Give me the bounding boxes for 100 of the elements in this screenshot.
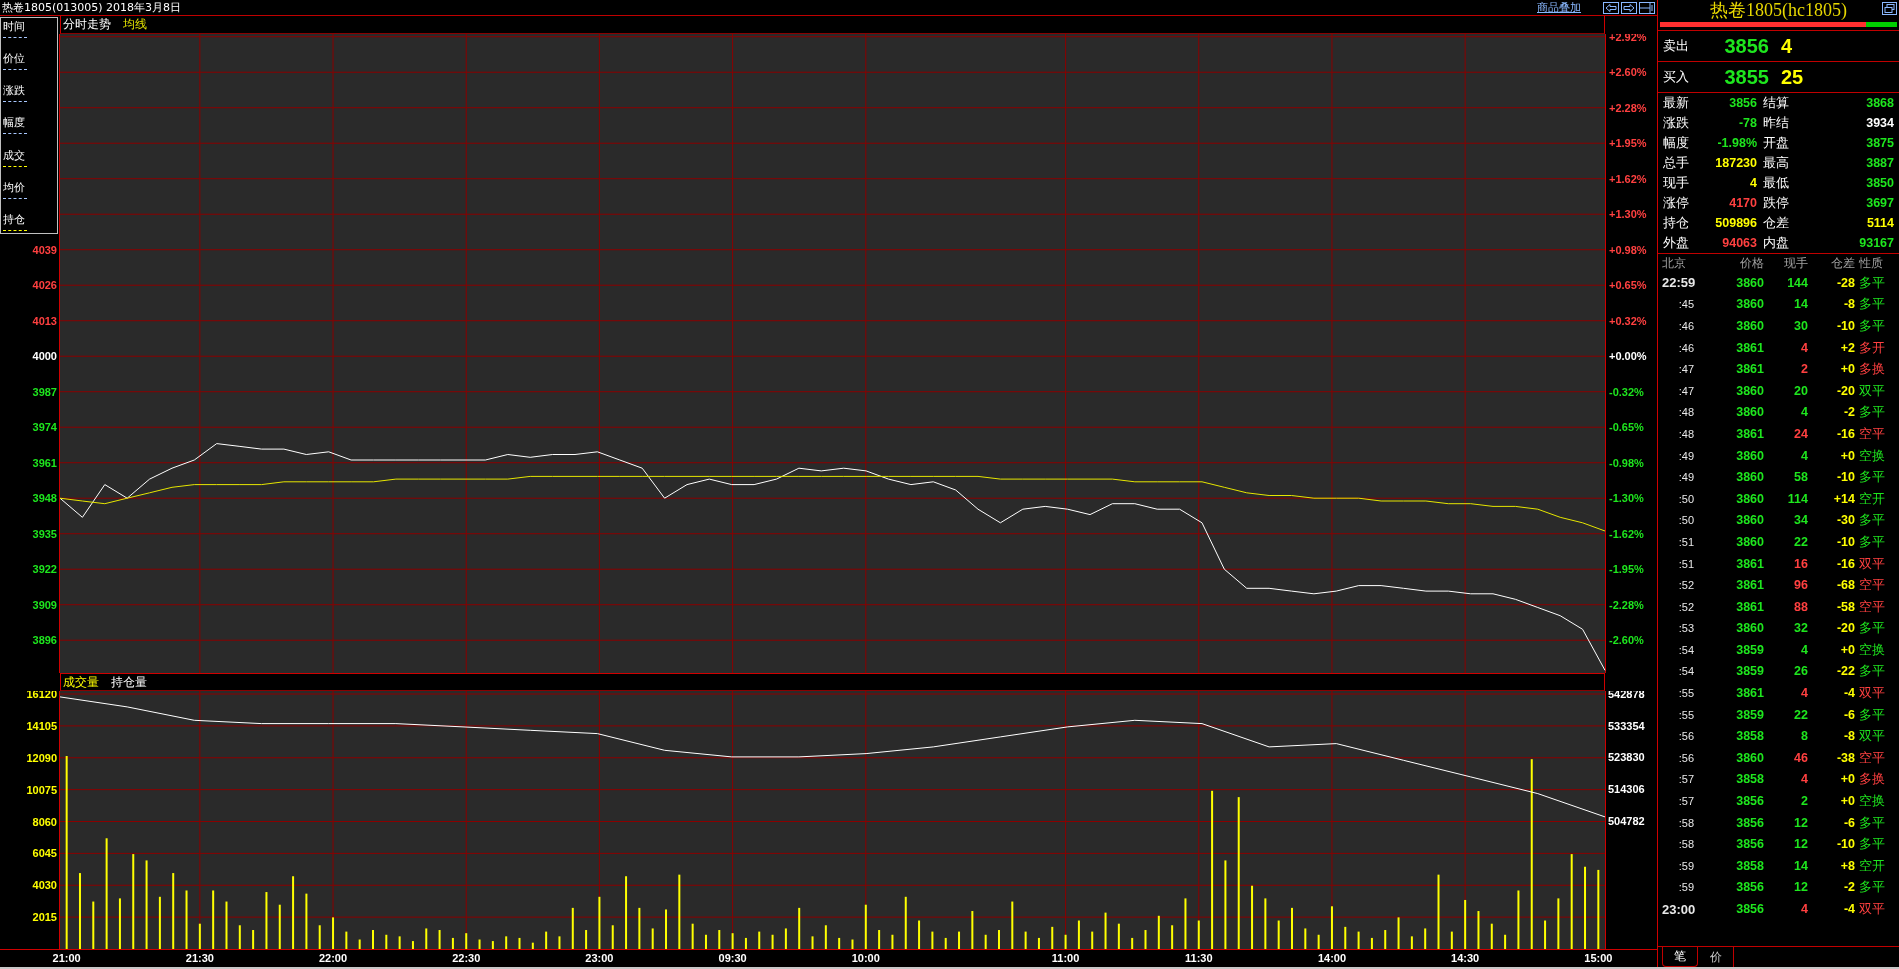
trade-change: -30 <box>1835 513 1855 528</box>
order-label: 买入 <box>1663 68 1690 86</box>
trade-price: 3860 <box>1735 750 1764 765</box>
trade-type: 空换 <box>1858 446 1886 465</box>
axis-label: 12090 <box>26 751 57 764</box>
volume-bar <box>265 892 268 949</box>
axis-label: -1.95% <box>1609 563 1644 576</box>
axis-label: 3948 <box>32 492 57 505</box>
volume-bar <box>1490 923 1493 949</box>
trade-price: 3860 <box>1735 491 1764 506</box>
trade-time: :58 <box>1677 816 1695 829</box>
trade-type: 双平 <box>1858 727 1886 746</box>
volume-bar <box>1184 898 1187 949</box>
trade-time: :48 <box>1677 427 1695 440</box>
trade-change: +14 <box>1832 491 1855 506</box>
trade-volume: 144 <box>1786 275 1808 290</box>
trade-change: -38 <box>1835 750 1855 765</box>
trade-time: :50 <box>1677 514 1695 527</box>
volume-bar <box>1557 898 1560 949</box>
volume-bar <box>758 931 761 949</box>
stat-value: 4170 <box>1728 196 1758 210</box>
trade-price: 3856 <box>1735 815 1764 830</box>
axis-label: 523830 <box>1608 751 1645 764</box>
stat-label: 最高 <box>1763 154 1790 172</box>
trade-type: 空换 <box>1858 792 1886 811</box>
trade-volume: 14 <box>1793 297 1808 312</box>
trade-change: +8 <box>1839 858 1855 873</box>
trade-volume: 32 <box>1793 621 1808 636</box>
trade-volume: 20 <box>1793 383 1808 398</box>
volume-bar <box>1544 920 1547 949</box>
split-view-icon[interactable] <box>1639 1 1655 14</box>
column-header: 价格 <box>1739 254 1764 272</box>
trade-price: 3860 <box>1735 405 1764 420</box>
trade-type: 空换 <box>1858 640 1886 659</box>
trade-price: 3861 <box>1735 362 1764 377</box>
stat-value: 5114 <box>1865 216 1894 230</box>
volume-bar <box>864 904 867 949</box>
right-arrow-icon[interactable] <box>1621 1 1637 14</box>
volume-bar <box>851 939 854 949</box>
trade-volume: 4 <box>1800 340 1808 355</box>
volume-bar <box>784 928 787 949</box>
axis-label: -0.98% <box>1609 456 1644 469</box>
axis-label: 16120 <box>26 691 57 700</box>
trade-change: -10 <box>1835 837 1855 852</box>
left-arrow-icon[interactable] <box>1603 1 1619 14</box>
trade-change: -8 <box>1842 729 1855 744</box>
trade-time: :51 <box>1677 535 1695 548</box>
volume-bar <box>651 928 654 949</box>
trade-time: 22:59 <box>1662 275 1697 291</box>
trade-time: :45 <box>1677 298 1695 311</box>
volume-bar <box>238 925 241 949</box>
order-volume: 4 <box>1781 34 1793 58</box>
stat-label: 持仓 <box>1663 214 1690 232</box>
stat-value: 187230 <box>1714 156 1758 170</box>
trade-type: 多平 <box>1858 835 1886 854</box>
volume-bar <box>451 937 454 949</box>
trade-volume: 16 <box>1793 556 1808 571</box>
volume-bar <box>1277 920 1280 949</box>
volume-bar <box>1131 937 1134 949</box>
volume-bar <box>478 939 481 949</box>
trade-price: 3861 <box>1735 686 1764 701</box>
volume-bar <box>1410 936 1413 949</box>
volume-bar <box>704 934 707 949</box>
volume-bar <box>571 907 574 949</box>
trade-time: :57 <box>1677 773 1695 786</box>
legend-label: 幅度 <box>3 116 25 130</box>
volume-bar <box>1024 931 1027 949</box>
volume-bar <box>558 936 561 949</box>
trade-change: +0 <box>1839 448 1855 463</box>
volume-bar <box>118 898 121 949</box>
stat-label: 结算 <box>1763 94 1790 112</box>
column-header: 性质 <box>1858 254 1884 272</box>
volume-bar <box>1144 930 1147 949</box>
volume-bar <box>1344 926 1347 949</box>
restore-icon[interactable] <box>1882 2 1897 15</box>
overlay-link[interactable]: 商品叠加 <box>1537 0 1581 15</box>
volume-bar <box>798 907 801 949</box>
tab[interactable]: 笔 <box>1662 947 1698 967</box>
stat-label: 总手 <box>1663 154 1690 172</box>
volume-bar <box>1104 912 1107 949</box>
trade-price: 3861 <box>1735 599 1764 614</box>
trade-type: 多平 <box>1858 813 1886 832</box>
trade-change: +0 <box>1839 642 1855 657</box>
contract-title: 热卷1805(hc1805) <box>1710 0 1847 22</box>
volume-bar <box>931 931 934 949</box>
series-label: 成交量 <box>63 673 99 691</box>
volume-bar <box>598 896 601 949</box>
axis-label: 3987 <box>32 385 57 398</box>
legend-label: 涨跌 <box>3 84 25 98</box>
axis-label: +2.92% <box>1609 34 1647 43</box>
trade-change: +0 <box>1839 794 1855 809</box>
trade-volume: 4 <box>1800 448 1808 463</box>
trade-time: :59 <box>1677 859 1695 872</box>
axis-label: 4000 <box>32 350 57 363</box>
trade-type: 双平 <box>1858 381 1886 400</box>
trade-price: 3856 <box>1735 794 1764 809</box>
trade-time: :49 <box>1677 449 1695 462</box>
axis-label: 504782 <box>1608 815 1645 827</box>
volume-bar <box>225 901 228 949</box>
volume-bar <box>744 937 747 949</box>
